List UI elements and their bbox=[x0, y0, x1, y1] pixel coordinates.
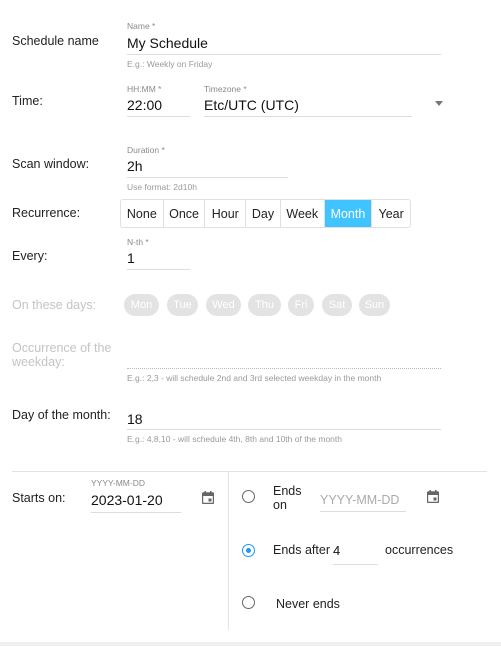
time-label: Time: bbox=[12, 94, 43, 108]
recurrence-none[interactable]: None bbox=[121, 200, 164, 227]
recurrence-toggle-group: None Once Hour Day Week Month Year bbox=[120, 199, 411, 228]
day-chip-sat[interactable]: Sat bbox=[322, 294, 352, 316]
dropdown-arrow-icon[interactable] bbox=[435, 101, 443, 106]
end-date-underline bbox=[320, 511, 406, 512]
duration-field-label: Duration * bbox=[127, 145, 165, 155]
recurrence-day[interactable]: Day bbox=[246, 200, 281, 227]
timezone-field-label: Timezone * bbox=[204, 84, 247, 94]
day-of-month-hint: E.g.: 4,8,10 - will schedule 4th, 8th an… bbox=[127, 434, 342, 444]
never-ends-radio[interactable] bbox=[242, 596, 255, 609]
day-chip-mon[interactable]: Mon bbox=[124, 294, 159, 316]
name-hint: E.g.: Weekly on Friday bbox=[127, 59, 213, 69]
timezone-underline bbox=[204, 116, 412, 117]
day-chip-sun[interactable]: Sun bbox=[359, 294, 390, 316]
occurrence-hint: E.g.: 2,3 - will schedule 2nd and 3rd se… bbox=[127, 373, 382, 383]
recurrence-month[interactable]: Month bbox=[324, 200, 373, 227]
calendar-icon[interactable] bbox=[202, 491, 214, 504]
schedule-name-label: Schedule name bbox=[12, 34, 99, 48]
nth-underline bbox=[127, 269, 190, 270]
section-divider bbox=[12, 471, 487, 472]
ends-on-label-line2: on bbox=[273, 498, 287, 512]
vertical-divider bbox=[228, 472, 229, 630]
recurrence-year[interactable]: Year bbox=[372, 200, 410, 227]
starts-on-label: Starts on: bbox=[12, 491, 66, 505]
never-ends-label: Never ends bbox=[276, 597, 340, 611]
days-label: On these days: bbox=[12, 298, 97, 312]
day-chip-wed[interactable]: Wed bbox=[206, 294, 241, 316]
occurrences-suffix: occurrences bbox=[385, 543, 454, 557]
ends-on-radio[interactable] bbox=[242, 490, 255, 503]
ends-after-radio[interactable] bbox=[242, 544, 255, 557]
recurrence-week[interactable]: Week bbox=[281, 200, 325, 227]
time-input[interactable]: 22:00 bbox=[127, 97, 162, 113]
timezone-select[interactable]: Etc/UTC (UTC) bbox=[204, 97, 299, 113]
scan-window-label: Scan window: bbox=[12, 157, 90, 171]
day-of-month-label: Day of the month: bbox=[12, 408, 111, 422]
day-chip-tue[interactable]: Tue bbox=[167, 294, 198, 316]
duration-underline bbox=[127, 177, 288, 178]
nth-input[interactable]: 1 bbox=[127, 250, 135, 266]
day-chip-thu[interactable]: Thu bbox=[248, 294, 281, 316]
occurrences-underline bbox=[333, 564, 378, 565]
time-underline bbox=[127, 116, 190, 117]
day-chip-fri[interactable]: Fri bbox=[288, 294, 314, 316]
name-underline bbox=[127, 54, 441, 55]
end-date-input[interactable]: YYYY-MM-DD bbox=[320, 493, 399, 507]
occurrences-input[interactable]: 4 bbox=[333, 543, 340, 558]
start-date-underline bbox=[91, 512, 181, 513]
calendar-icon[interactable] bbox=[427, 490, 439, 503]
name-field-label: Name * bbox=[127, 21, 156, 31]
recurrence-once[interactable]: Once bbox=[164, 200, 206, 227]
name-input[interactable]: My Schedule bbox=[127, 35, 208, 51]
ends-after-label: Ends after bbox=[273, 543, 330, 557]
every-label: Every: bbox=[12, 249, 48, 263]
schedule-form: Schedule name Name * My Schedule E.g.: W… bbox=[0, 0, 501, 646]
recurrence-hour[interactable]: Hour bbox=[205, 200, 247, 227]
time-field-label: HH:MM * bbox=[127, 84, 162, 94]
occurrence-underline bbox=[127, 368, 441, 369]
duration-hint: Use format: 2d10h bbox=[127, 182, 197, 192]
start-date-field-label: YYYY-MM-DD bbox=[91, 478, 145, 488]
footer-bar bbox=[0, 642, 501, 646]
day-of-month-input[interactable]: 18 bbox=[127, 411, 143, 427]
occurrence-label-line1: Occurrence of the bbox=[12, 341, 112, 355]
nth-field-label: N-th * bbox=[127, 237, 149, 247]
duration-input[interactable]: 2h bbox=[127, 158, 143, 174]
start-date-input[interactable]: 2023-01-20 bbox=[91, 492, 163, 508]
occurrence-label-line2: weekday: bbox=[12, 355, 65, 369]
day-of-month-underline bbox=[127, 429, 441, 430]
recurrence-label: Recurrence: bbox=[12, 206, 81, 220]
ends-on-label-line1: Ends bbox=[273, 484, 302, 498]
